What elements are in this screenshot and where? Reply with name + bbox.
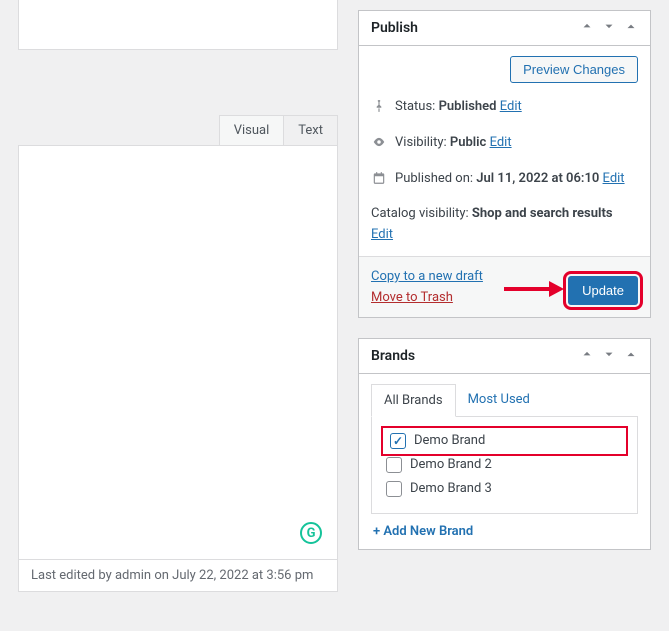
move-up-icon[interactable] xyxy=(580,19,594,37)
published-row: Published on: Jul 11, 2022 at 06:10 Edit xyxy=(395,169,625,190)
visibility-row: Visibility: Public Edit xyxy=(395,133,512,154)
edit-date-link[interactable]: Edit xyxy=(603,171,625,186)
brands-list: ✓ Demo Brand Demo Brand 2 Demo Brand 3 xyxy=(371,417,638,514)
add-new-brand-link[interactable]: + Add New Brand xyxy=(371,524,638,539)
toggle-icon[interactable] xyxy=(624,347,638,365)
eye-icon xyxy=(371,135,387,157)
tab-text[interactable]: Text xyxy=(283,115,338,145)
move-up-icon[interactable] xyxy=(580,347,594,365)
move-down-icon[interactable] xyxy=(602,347,616,365)
brand-item[interactable]: Demo Brand 2 xyxy=(384,453,625,477)
edit-status-link[interactable]: Edit xyxy=(500,99,522,114)
publish-panel: Publish Preview Changes Status: Publishe… xyxy=(358,10,651,318)
checkbox[interactable]: ✓ xyxy=(390,433,406,449)
brand-label: Demo Brand 2 xyxy=(410,457,492,472)
checkbox[interactable] xyxy=(386,481,402,497)
catalog-row: Catalog visibility: Shop and search resu… xyxy=(371,206,613,221)
edit-catalog-link[interactable]: Edit xyxy=(371,227,393,242)
tab-visual[interactable]: Visual xyxy=(219,115,285,145)
editor-body[interactable]: G xyxy=(18,145,338,560)
pin-icon xyxy=(371,99,387,121)
move-down-icon[interactable] xyxy=(602,19,616,37)
checkbox[interactable] xyxy=(386,457,402,473)
brand-item[interactable]: ✓ Demo Brand xyxy=(384,429,625,453)
tab-most-used[interactable]: Most Used xyxy=(456,384,542,416)
update-button[interactable]: Update xyxy=(568,276,638,305)
editor-tabs: Visual Text xyxy=(18,115,338,145)
status-row: Status: Published Edit xyxy=(395,97,522,118)
tab-all-brands[interactable]: All Brands xyxy=(371,384,456,417)
move-trash-link[interactable]: Move to Trash xyxy=(371,290,483,305)
brand-item[interactable]: Demo Brand 3 xyxy=(384,477,625,501)
brands-panel: Brands All Brands Most Used ✓ Demo Brand D… xyxy=(358,338,651,550)
preview-changes-button[interactable]: Preview Changes xyxy=(510,56,638,83)
brand-label: Demo Brand 3 xyxy=(410,481,492,496)
brand-label: Demo Brand xyxy=(414,433,485,448)
copy-draft-link[interactable]: Copy to a new draft xyxy=(371,269,483,284)
title-input[interactable] xyxy=(18,0,338,50)
toggle-icon[interactable] xyxy=(624,19,638,37)
calendar-icon xyxy=(371,171,387,193)
last-edited-label: Last edited by admin on July 22, 2022 at… xyxy=(18,560,338,592)
edit-visibility-link[interactable]: Edit xyxy=(490,135,512,150)
grammarly-icon[interactable]: G xyxy=(300,522,322,544)
brands-title: Brands xyxy=(371,348,415,364)
annotation-arrow-icon xyxy=(504,279,564,299)
publish-title: Publish xyxy=(371,20,418,36)
